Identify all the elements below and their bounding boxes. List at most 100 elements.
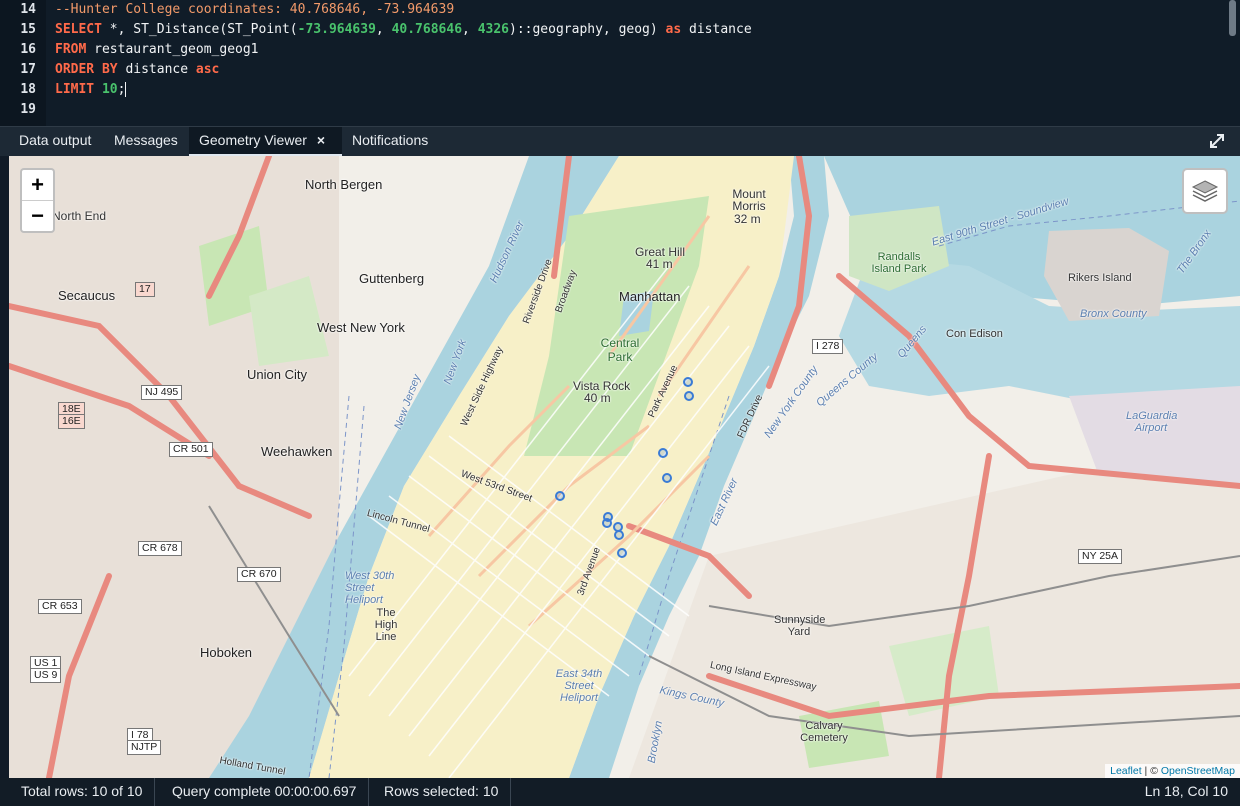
tab-notifications[interactable]: Notifications: [342, 127, 438, 156]
result-marker[interactable]: [614, 530, 624, 540]
place-label: The High Line: [374, 607, 398, 643]
place-label: Sunnyside Yard: [774, 614, 826, 638]
place-label: Calvary Cemetery: [800, 720, 848, 744]
leaflet-link[interactable]: Leaflet: [1110, 765, 1142, 777]
layers-button[interactable]: [1182, 168, 1228, 214]
place-label: Randalls Island Park: [871, 251, 927, 275]
code-line[interactable]: 18 LIMIT 10;: [0, 80, 1225, 100]
route-shield: NJTP: [127, 740, 162, 755]
editor-scrollbar[interactable]: [1229, 0, 1236, 36]
line-number: 17: [20, 62, 36, 77]
place-label: Hoboken: [200, 645, 253, 660]
place-label: LaGuardia Airport: [1126, 410, 1178, 434]
route-shield: I 278: [812, 339, 844, 354]
result-marker[interactable]: [684, 391, 694, 401]
cursor-position: Ln 18, Col 10: [1144, 783, 1228, 799]
place-label: West New York: [317, 320, 405, 335]
place-label: West 30th Street Heliport: [345, 570, 395, 606]
place-label: Central Park: [600, 336, 640, 364]
result-marker[interactable]: [683, 377, 693, 387]
place-label: Con Edison: [946, 328, 1003, 340]
result-marker[interactable]: [662, 473, 672, 483]
sql-number: 4326: [477, 22, 509, 37]
sql-token: ,: [375, 22, 392, 37]
code-text: ORDER BY distance asc: [55, 60, 219, 80]
tab-label: Geometry Viewer: [199, 132, 307, 148]
result-marker[interactable]: [658, 448, 668, 458]
result-marker[interactable]: [617, 548, 627, 558]
layers-icon: [1191, 180, 1219, 202]
code-line[interactable]: 14 --Hunter College coordinates: 40.76864…: [0, 0, 1225, 20]
zoom-out-button[interactable]: −: [22, 201, 53, 231]
place-label: 40 m: [584, 391, 611, 405]
sql-keyword: SELECT: [55, 22, 102, 37]
tab-geometry-viewer[interactable]: Geometry Viewer ×: [189, 127, 342, 156]
map-attribution: Leaflet | © OpenStreetMap: [1105, 764, 1240, 778]
result-tabbar: Data output Messages Geometry Viewer × No…: [0, 126, 1240, 156]
sql-token: restaurant_geom_geog1: [86, 42, 259, 57]
result-marker[interactable]: [602, 518, 612, 528]
sql-token: *, ST_Distance(ST_Point(: [101, 22, 298, 37]
code-text: LIMIT 10;: [55, 80, 127, 100]
line-number: 18: [20, 82, 36, 97]
tab-messages[interactable]: Messages: [104, 127, 188, 156]
status-bar: Total rows: 10 of 10 Query complete 00:0…: [0, 778, 1240, 806]
route-shield: CR 501: [169, 442, 213, 457]
code-line[interactable]: 16 FROM restaurant_geom_geog1: [0, 40, 1225, 60]
result-marker[interactable]: [613, 522, 623, 532]
place-label: East 34th Street Heliport: [555, 668, 603, 704]
sql-number: 40.768646: [391, 22, 463, 37]
sql-keyword: asc: [195, 62, 220, 77]
tab-data-output[interactable]: Data output: [9, 127, 101, 156]
sql-keyword: LIMIT: [55, 82, 95, 97]
route-shield: CR 670: [237, 567, 281, 582]
sql-token: ,: [462, 22, 478, 37]
place-label: North End: [52, 209, 107, 223]
place-label: North Bergen: [305, 177, 383, 192]
route-shield: 16E: [58, 414, 85, 429]
route-shield: US 9: [30, 668, 62, 683]
line-number: 16: [20, 42, 36, 57]
sql-token: )::geography, geog): [509, 22, 666, 37]
expand-panel-icon[interactable]: [1208, 132, 1226, 150]
code-line[interactable]: 19: [0, 100, 1225, 120]
text-cursor: [125, 82, 127, 97]
line-number: 14: [20, 2, 36, 17]
place-label: Rikers Island: [1068, 272, 1132, 284]
code-line[interactable]: 15 SELECT *, ST_Distance(ST_Point(-73.964…: [0, 20, 1225, 40]
zoom-in-button[interactable]: +: [22, 170, 53, 201]
place-label: Guttenberg: [359, 271, 425, 286]
close-tab-icon[interactable]: ×: [317, 132, 325, 148]
map-tiles[interactable]: [9, 156, 1240, 778]
osm-link[interactable]: OpenStreetMap: [1161, 765, 1235, 777]
sql-keyword: ORDER BY: [55, 62, 118, 77]
sql-token: ;: [117, 82, 126, 97]
total-rows-status: Total rows: 10 of 10: [9, 778, 156, 806]
sql-comment: --Hunter College coordinates: 40.768646,…: [55, 2, 455, 17]
route-shield: 17: [135, 282, 155, 297]
tab-label: Data output: [19, 132, 92, 148]
tab-label: Notifications: [352, 132, 429, 148]
result-marker[interactable]: [555, 491, 565, 501]
sql-number: -73.964639: [297, 22, 376, 37]
code-line[interactable]: 17 ORDER BY distance asc: [0, 60, 1225, 80]
place-label: Mount Morris: [732, 187, 766, 213]
code-text: --Hunter College coordinates: 40.768646,…: [55, 0, 454, 20]
place-label: Union City: [247, 367, 307, 382]
line-number: 15: [20, 22, 36, 37]
geometry-viewer-map[interactable]: North Bergen North End Secaucus Guttenbe…: [9, 156, 1240, 778]
sql-token: distance: [117, 62, 196, 77]
zoom-control: + −: [20, 168, 55, 233]
route-shield: CR 678: [138, 541, 182, 556]
route-shield: NJ 495: [141, 385, 183, 400]
place-label: 32 m: [734, 212, 761, 226]
line-number: 19: [20, 102, 36, 117]
sql-editor[interactable]: 14 --Hunter College coordinates: 40.76864…: [0, 0, 1240, 126]
sql-keyword: FROM: [55, 42, 87, 57]
place-label: Manhattan: [619, 289, 681, 304]
place-label: Weehawken: [261, 444, 333, 459]
sql-keyword: as: [665, 22, 682, 37]
code-text: SELECT *, ST_Distance(ST_Point(-73.96463…: [55, 20, 752, 40]
tab-label: Messages: [114, 132, 178, 148]
